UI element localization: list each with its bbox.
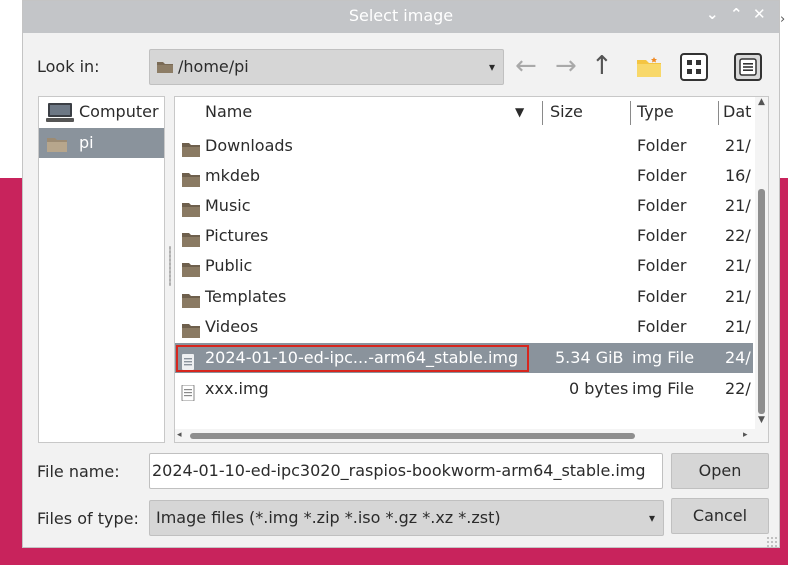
column-header-size[interactable]: Size [550, 97, 583, 127]
file-type-select[interactable]: Image files (*.img *.zip *.iso *.gz *.xz… [149, 500, 664, 536]
file-list-header: Name ▼ Size Type Dat [175, 97, 768, 127]
file-date: 22/ [725, 379, 751, 398]
sidebar-item-computer[interactable]: Computer [39, 97, 164, 127]
column-header-name[interactable]: Name [205, 97, 252, 127]
icon-view-icon [687, 60, 701, 74]
scroll-right-icon[interactable]: ▸ [743, 430, 748, 440]
look-in-label: Look in: [37, 57, 100, 76]
close-icon[interactable]: ✕ [753, 5, 766, 23]
table-row[interactable]: Public Folder 21/ [175, 251, 753, 281]
file-name-label: File name: [37, 462, 120, 481]
icon-view-button[interactable] [680, 53, 708, 81]
folder-icon [46, 134, 68, 164]
chevron-down-icon: ▾ [648, 511, 655, 525]
file-date: 24/ [725, 348, 751, 367]
maximize-icon[interactable]: ⌃ [730, 5, 743, 23]
vertical-scrollbar[interactable]: ▲ ▼ [755, 97, 768, 442]
file-type: Folder [637, 136, 687, 155]
forward-arrow-icon[interactable]: → [555, 51, 577, 81]
scroll-left-icon[interactable]: ◂ [177, 430, 182, 440]
folder-icon [156, 52, 174, 86]
scroll-up-icon[interactable]: ▲ [758, 97, 765, 107]
file-icon [181, 381, 195, 411]
chevron-down-icon: ▾ [488, 60, 495, 74]
file-date: 21/ [725, 256, 751, 275]
file-size: 0 bytes [569, 379, 629, 398]
pane-splitter-handle[interactable] [169, 246, 171, 286]
vertical-scroll-thumb[interactable] [758, 189, 765, 414]
table-row-selected[interactable]: 2024-01-10-ed-ipc...-arm64_stable.img 5.… [175, 343, 753, 373]
sidebar-item-label: Computer [79, 102, 159, 121]
file-date: 21/ [725, 196, 751, 215]
table-row[interactable]: Downloads Folder 21/ [175, 131, 753, 161]
file-date: 21/ [725, 317, 751, 336]
back-arrow-icon[interactable]: ← [515, 51, 537, 81]
column-header-type[interactable]: Type [637, 97, 674, 127]
folder-new-icon [637, 57, 661, 77]
file-date: 21/ [725, 287, 751, 306]
file-date: 16/ [725, 166, 751, 185]
file-list: Name ▼ Size Type Dat Downloads Folder 21… [174, 96, 769, 443]
sidebar-item-label: pi [79, 133, 94, 152]
file-size: 5.34 GiB [555, 348, 624, 367]
look-in-combo[interactable]: /home/pi ▾ [149, 49, 504, 85]
file-name: Templates [205, 287, 287, 306]
file-date: 21/ [725, 136, 751, 155]
file-name: Downloads [205, 136, 293, 155]
sidebar-item-pi[interactable]: pi [39, 128, 164, 158]
minimize-icon[interactable]: ⌄ [706, 5, 719, 23]
file-name: Music [205, 196, 251, 215]
file-type: Folder [637, 256, 687, 275]
horizontal-scrollbar[interactable]: ◂ ▸ [175, 429, 755, 442]
file-type: Folder [637, 196, 687, 215]
table-row[interactable]: Music Folder 21/ [175, 191, 753, 221]
file-type: Folder [637, 317, 687, 336]
title-bar[interactable]: Select image ⌄ ⌃ ✕ [23, 1, 779, 33]
table-row[interactable]: mkdeb Folder 16/ [175, 161, 753, 191]
file-date: 22/ [725, 226, 751, 245]
file-name: Pictures [205, 226, 269, 245]
table-row[interactable]: Videos Folder 21/ [175, 312, 753, 342]
file-name: 2024-01-10-ed-ipc...-arm64_stable.img [205, 348, 519, 367]
file-type: Folder [637, 166, 687, 185]
table-row[interactable]: xxx.img 0 bytes img File 22/ [175, 374, 753, 404]
up-arrow-icon[interactable]: ↑ [591, 51, 613, 81]
file-type: img File [632, 379, 695, 398]
file-type: img File [632, 348, 695, 367]
horizontal-scroll-thumb[interactable] [190, 433, 635, 439]
file-type-value: Image files (*.img *.zip *.iso *.gz *.xz… [156, 508, 501, 527]
resize-grip[interactable] [766, 536, 778, 548]
files-of-type-label: Files of type: [37, 509, 139, 528]
file-name: Public [205, 256, 253, 275]
sort-descending-icon: ▼ [515, 105, 525, 119]
file-name: mkdeb [205, 166, 261, 185]
list-view-icon [739, 58, 757, 76]
scroll-down-icon[interactable]: ▼ [758, 415, 765, 425]
column-separator [718, 101, 719, 125]
list-view-button[interactable] [734, 53, 762, 81]
file-name: Videos [205, 317, 259, 336]
places-sidebar: Computer pi [38, 96, 165, 443]
column-separator [542, 101, 543, 125]
background-chevron-icon: › [780, 12, 786, 27]
table-row[interactable]: Templates Folder 21/ [175, 282, 753, 312]
open-button[interactable]: Open [671, 453, 769, 489]
look-in-path: /home/pi [178, 57, 249, 76]
file-name-input[interactable]: 2024-01-10-ed-ipc3020_raspios-bookworm-a… [149, 453, 663, 489]
file-type: Folder [637, 226, 687, 245]
new-folder-button[interactable] [635, 53, 663, 81]
file-name: xxx.img [205, 379, 269, 398]
column-header-date[interactable]: Dat [723, 97, 751, 127]
column-separator [630, 101, 631, 125]
table-row[interactable]: Pictures Folder 22/ [175, 221, 753, 251]
select-image-dialog: Select image ⌄ ⌃ ✕ Look in: /home/pi ▾ ←… [22, 0, 780, 548]
cancel-button[interactable]: Cancel [671, 498, 769, 534]
dialog-title: Select image [348, 6, 454, 25]
file-type: Folder [637, 287, 687, 306]
